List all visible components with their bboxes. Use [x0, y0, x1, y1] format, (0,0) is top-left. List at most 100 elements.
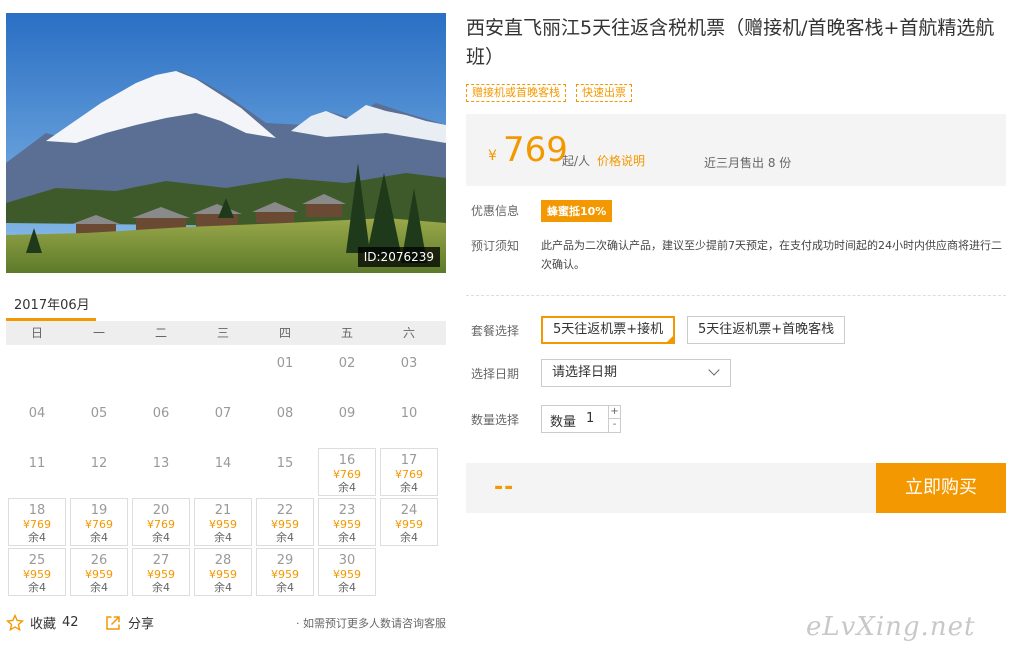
- package-option-label: 5天往返机票+接机: [553, 322, 664, 337]
- calendar-day[interactable]: 19 ¥769 余4: [70, 498, 128, 546]
- calendar-grid: 01 02 03 04 05 06 07 08 09 10 11 12 13 14 15 16 ¥769 余4 17…: [6, 346, 446, 602]
- quantity-decrease-button[interactable]: -: [608, 419, 620, 432]
- calendar-day[interactable]: 20 ¥769 余4: [132, 498, 190, 546]
- currency-symbol: ¥: [488, 148, 497, 164]
- calendar-day-price: ¥959: [271, 518, 299, 531]
- package-option-inn[interactable]: 5天往返机票+首晚客栈: [687, 316, 846, 344]
- tag-fast-ticketing: 快速出票: [576, 84, 632, 102]
- calendar-day-number: 25: [28, 553, 46, 568]
- calendar-day[interactable]: 22 ¥959 余4: [256, 498, 314, 546]
- calendar-day[interactable]: 26 ¥959 余4: [70, 548, 128, 596]
- calendar-day[interactable]: 27 ¥959 余4: [132, 548, 190, 596]
- calendar-day-number: 09: [338, 406, 356, 421]
- calendar-day: 03: [380, 348, 438, 396]
- calendar-day-number: 24: [400, 503, 418, 518]
- favorite-button[interactable]: 收藏 42: [6, 613, 79, 632]
- calendar-day-price: ¥959: [209, 568, 237, 581]
- calendar-day-remaining: 余4: [400, 531, 418, 544]
- quantity-stepper[interactable]: 数量 1 + -: [541, 405, 621, 433]
- calendar-day: 12: [70, 448, 128, 496]
- weekday-tue: 二: [154, 326, 167, 340]
- quantity-value[interactable]: 1: [586, 411, 594, 426]
- date-placeholder: 请选择日期: [552, 365, 618, 380]
- package-option-pickup[interactable]: 5天往返机票+接机: [541, 316, 676, 344]
- package-label: 套餐选择: [471, 324, 520, 338]
- calendar-day-remaining: 余4: [338, 531, 356, 544]
- quantity-field-label: 数量: [550, 415, 577, 430]
- calendar-day[interactable]: 16 ¥769 余4: [318, 448, 376, 496]
- weekday-thu: 四: [278, 326, 291, 340]
- calendar-day[interactable]: 21 ¥959 余4: [194, 498, 252, 546]
- favorite-count: 42: [62, 615, 79, 630]
- calendar-day-number: 12: [90, 456, 108, 471]
- calendar-day-number: 18: [28, 503, 46, 518]
- weekday-fri: 五: [340, 326, 353, 340]
- calendar-day-number: 19: [90, 503, 108, 518]
- share-label: 分享: [128, 617, 155, 632]
- calendar-day-remaining: 余4: [214, 531, 232, 544]
- calendar-day-remaining: 余4: [28, 581, 46, 594]
- calendar-month-label[interactable]: 2017年06月: [14, 294, 90, 313]
- calendar-day-number: 22: [276, 503, 294, 518]
- discount-badge: 蜂蜜抵10%: [541, 200, 613, 222]
- calendar-day-number: 14: [214, 456, 232, 471]
- calendar-day-number: 23: [338, 503, 356, 518]
- consult-service-link[interactable]: · 如需预订更多人数请咨询客服: [296, 615, 446, 631]
- share-icon: [106, 615, 120, 630]
- calendar-day-number: 13: [152, 456, 170, 471]
- calendar-day-remaining: 余4: [338, 581, 356, 594]
- mountain-landscape-image: [6, 13, 446, 273]
- calendar-day-number: 02: [338, 356, 356, 371]
- calendar-day[interactable]: 28 ¥959 余4: [194, 548, 252, 596]
- discount-label: 优惠信息: [471, 204, 520, 218]
- calendar-day-remaining: 余4: [90, 581, 108, 594]
- calendar-day-number: 16: [338, 453, 356, 468]
- purchase-bar: -- 立即购买: [466, 463, 1006, 513]
- calendar-day: 10: [380, 398, 438, 446]
- calendar-day-price: ¥959: [333, 568, 361, 581]
- calendar-day-number: 08: [276, 406, 294, 421]
- share-button[interactable]: 分享: [104, 613, 154, 632]
- price-value: 769: [503, 130, 568, 170]
- tag-pickup-or-inn: 赠接机或首晚客栈: [466, 84, 566, 102]
- chevron-down-icon: [708, 364, 720, 376]
- calendar-day-number: 17: [400, 453, 418, 468]
- calendar-day[interactable]: 25 ¥959 余4: [8, 548, 66, 596]
- calendar-day[interactable]: 30 ¥959 余4: [318, 548, 376, 596]
- calendar-day-remaining: 余4: [214, 581, 232, 594]
- calendar-day[interactable]: 23 ¥959 余4: [318, 498, 376, 546]
- quantity-label: 数量选择: [471, 413, 520, 427]
- calendar-day-remaining: 余4: [90, 531, 108, 544]
- price-explanation-link[interactable]: 价格说明: [597, 152, 645, 169]
- booking-notice-text: 此产品为二次确认产品，建议至少提前7天预定，在支付成功时间起的24小时内供应商将…: [541, 239, 1002, 271]
- quantity-increase-button[interactable]: +: [608, 406, 620, 419]
- product-actions: 收藏 42 分享 · 如需预订更多人数请咨询客服: [6, 613, 446, 633]
- weekday-mon: 一: [92, 326, 105, 340]
- calendar-day-number: 26: [90, 553, 108, 568]
- selected-check-corner-icon: [666, 335, 675, 343]
- notice-label: 预订须知: [471, 239, 520, 253]
- calendar-day[interactable]: 18 ¥769 余4: [8, 498, 66, 546]
- calendar-day[interactable]: 24 ¥959 余4: [380, 498, 438, 546]
- calendar-day: 04: [8, 398, 66, 446]
- calendar-day-remaining: 余4: [152, 581, 170, 594]
- calendar-day-number: 03: [400, 356, 418, 371]
- calendar-day-number: 29: [276, 553, 294, 568]
- calendar-day: 06: [132, 398, 190, 446]
- calendar-day: 05: [70, 398, 128, 446]
- calendar-day-number: 20: [152, 503, 170, 518]
- calendar-day-remaining: 余4: [338, 481, 356, 494]
- product-title: 西安直飞丽江5天往返含税机票（赠接机/首晚客栈+首航精选航班）: [466, 17, 995, 68]
- weekday-wed: 三: [216, 326, 229, 340]
- star-icon: [6, 613, 24, 631]
- calendar-day[interactable]: 17 ¥769 余4: [380, 448, 438, 496]
- product-photo: ID:2076239: [6, 13, 446, 273]
- calendar-day-remaining: 余4: [152, 531, 170, 544]
- date-select[interactable]: 请选择日期: [541, 359, 731, 387]
- calendar-day-number: 06: [152, 406, 170, 421]
- calendar-day-price: ¥959: [271, 568, 299, 581]
- buy-now-button[interactable]: 立即购买: [876, 463, 1006, 513]
- image-id-label: ID:2076239: [357, 247, 440, 267]
- calendar-day-price: ¥769: [147, 518, 175, 531]
- calendar-day[interactable]: 29 ¥959 余4: [256, 548, 314, 596]
